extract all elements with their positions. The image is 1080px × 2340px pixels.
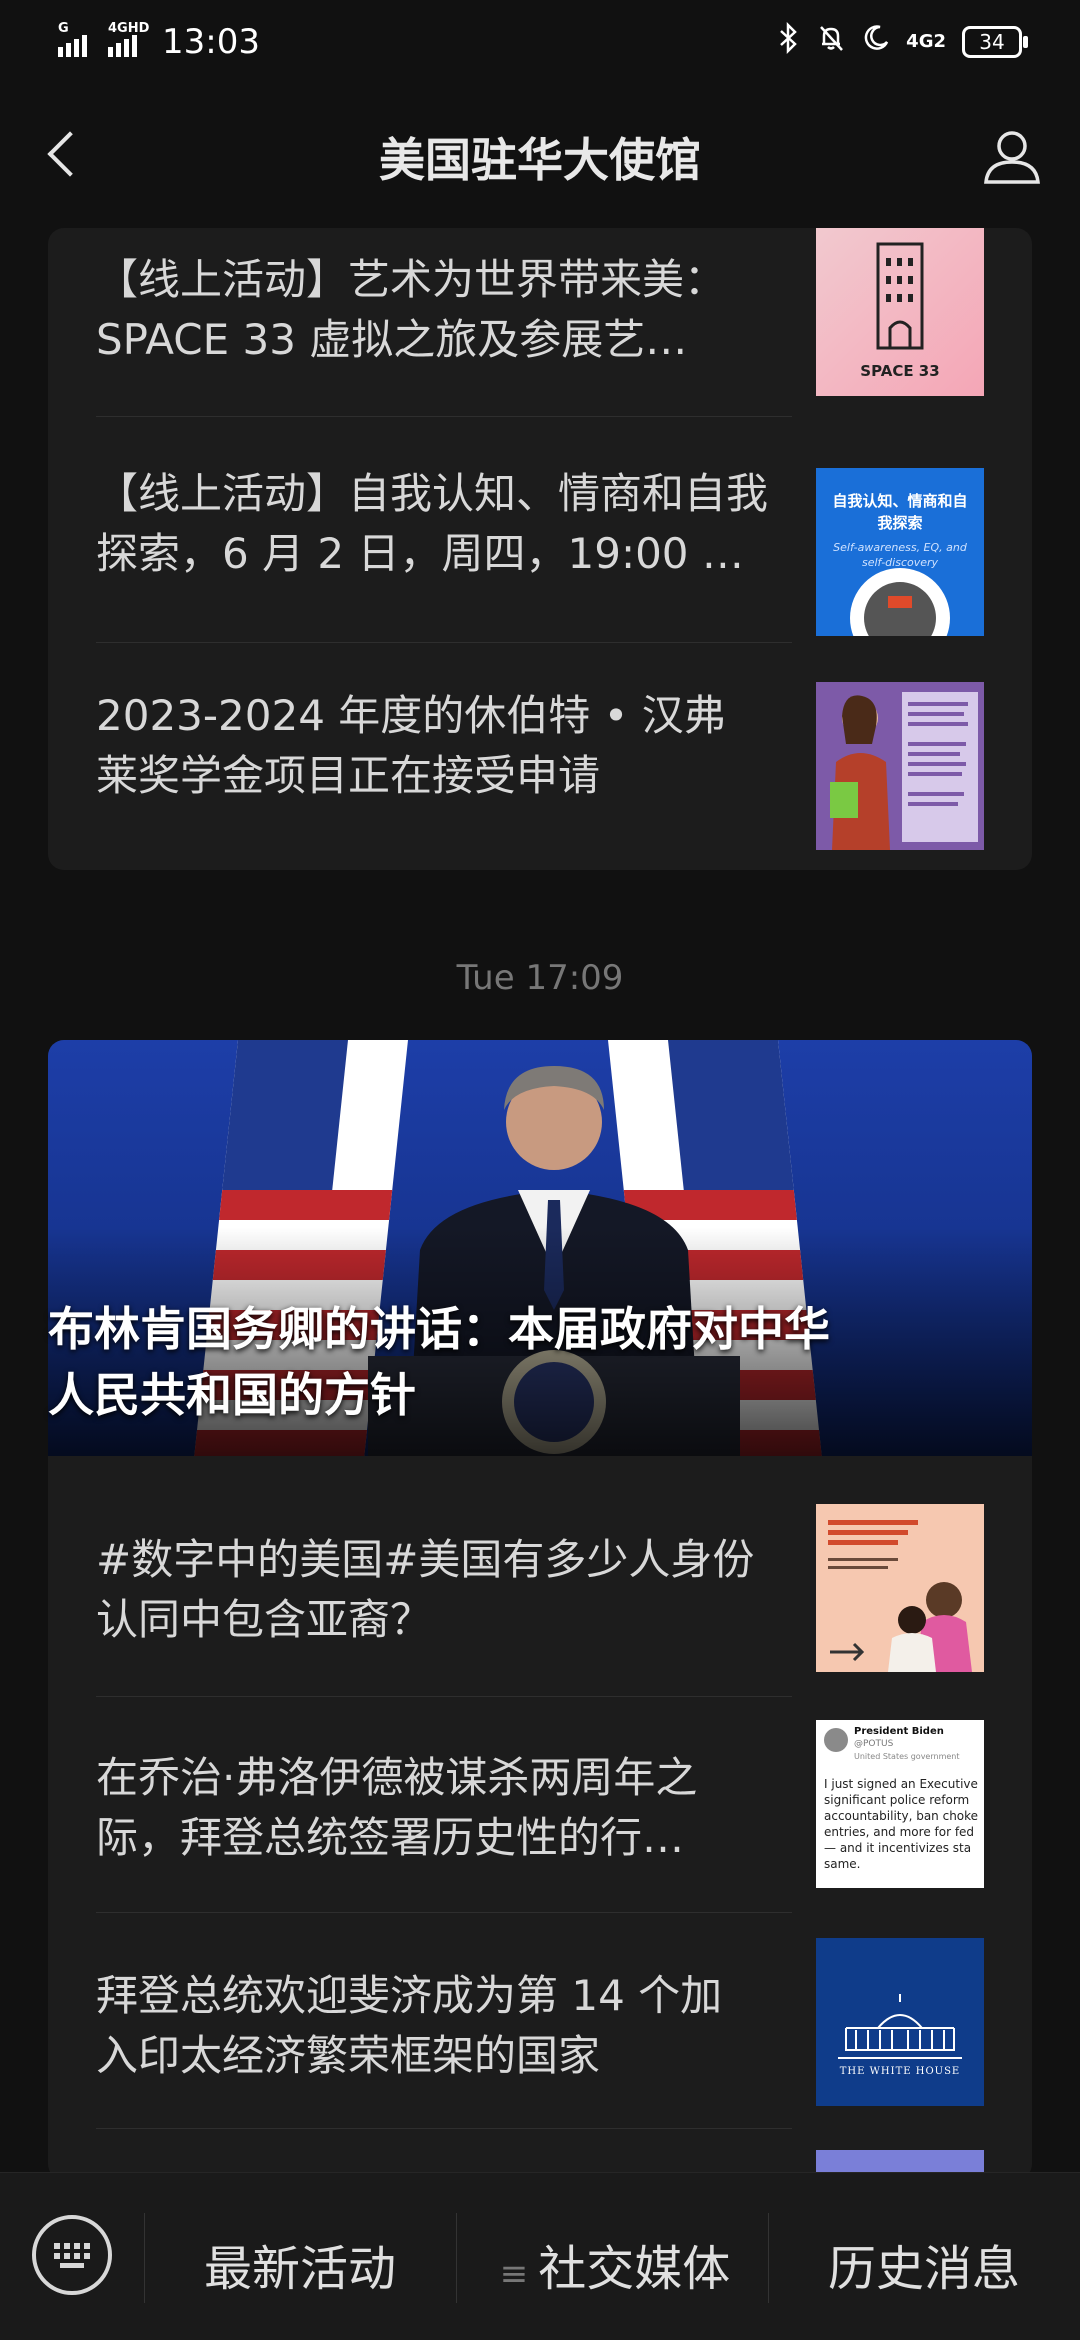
article-title-line: SPACE 33 虚拟之旅及参展艺… [96, 315, 688, 364]
next-article-thumbnail-partial [816, 2150, 984, 2172]
article-title-line: 莱奖学金项目正在接受申请 [96, 751, 601, 800]
article-title-line: 际，拜登总统签署历史性的行… [96, 1813, 685, 1862]
list-item[interactable]: 【线上活动】自我认知、情商和自我 探索，6 月 2 日，周四，19:00 … 自… [48, 428, 1032, 638]
list-item[interactable]: 2023-2024 年度的休伯特 • 汉弗 莱奖学金项目正在接受申请 [48, 648, 1032, 858]
status-time: 13:03 [162, 22, 260, 62]
title-bar: 美国驻华大使馆 [0, 100, 1080, 210]
list-item[interactable]: #数字中的美国#美国有多少人身份 认同中包含亚裔？ [48, 1480, 1032, 1680]
battery-level: 34 [979, 30, 1005, 54]
menu-social-media[interactable]: ≡ 社交媒体 [462, 2229, 768, 2299]
mute-bell-icon [816, 23, 846, 61]
article-thumbnail [816, 682, 984, 850]
menu-history-messages[interactable]: 历史消息 [774, 2229, 1074, 2299]
tweet-avatar [824, 1728, 848, 1752]
article-title-line: 2023-2024 年度的休伯特 • 汉弗 [96, 691, 726, 740]
list-item[interactable]: 拜登总统欢迎斐济成为第 14 个加 入印太经济繁荣框架的国家 THE WHITE… [48, 1914, 1032, 2126]
bottom-menu-bar: 最新活动 ≡ 社交媒体 历史消息 [0, 2172, 1080, 2340]
do-not-disturb-moon-icon [862, 24, 890, 60]
screen: G 4GHD 13:03 4G2 34 美国驻华大使馆 【线上活动】艺术为世界带… [0, 0, 1080, 2340]
article-thumbnail: SPACE 33 [816, 228, 984, 396]
article-thumbnail [816, 1504, 984, 1672]
thumbnail-caption: SPACE 33 [860, 362, 940, 380]
tweet-body: I just signed an Executive significant p… [824, 1777, 979, 1871]
message-timestamp: Tue 17:09 [456, 958, 624, 998]
submenu-list-icon: ≡ [499, 2254, 529, 2294]
menu-social-media-label: 社交媒体 [538, 2241, 731, 2297]
article-title-line: 探索，6 月 2 日，周四，19:00 … [96, 529, 744, 578]
article-title-line: 拜登总统欢迎斐济成为第 14 个加 [96, 1971, 723, 2020]
article-thumbnail: President Biden @POTUS United States gov… [816, 1720, 984, 1888]
article-title-line: #数字中的美国#美国有多少人身份 [96, 1535, 755, 1584]
network-4g-label: 4G2 [906, 31, 946, 52]
nav-separator [144, 2213, 145, 2303]
hero-title-line: 人民共和国的方针 [48, 1368, 416, 1422]
keyboard-toggle-icon[interactable] [32, 2215, 112, 2295]
sim1-label: G [58, 21, 69, 36]
article-title-line: 入印太经济繁荣框架的国家 [96, 2031, 601, 2080]
hero-title-line: 布林肯国务卿的讲话：本届政府对中华 [48, 1302, 830, 1356]
article-thumbnail: 自我认知、情商和自我探索 Self-awareness, EQ, and sel… [816, 468, 984, 636]
article-title-line: 认同中包含亚裔？ [96, 1595, 433, 1644]
tweet-label: United States government [854, 1752, 960, 1761]
article-group-card-1: 【线上活动】艺术为世界带来美： SPACE 33 虚拟之旅及参展艺… SPACE… [48, 228, 1032, 870]
bluetooth-icon [778, 21, 800, 62]
article-title-line: 【线上活动】自我认知、情商和自我 [96, 469, 769, 518]
signal-icon-sim2: 4GHD [108, 21, 149, 57]
divider [96, 1696, 792, 1697]
tweet-handle: @POTUS [854, 1739, 894, 1749]
list-item[interactable]: 【线上活动】艺术为世界带来美： SPACE 33 虚拟之旅及参展艺… SPACE… [48, 228, 1032, 418]
sim2-label: 4GHD [108, 21, 150, 36]
page-title: 美国驻华大使馆 [379, 133, 701, 187]
signal-icon-sim1: G [58, 21, 90, 57]
menu-latest-events[interactable]: 最新活动 [150, 2229, 450, 2299]
hero-article-title[interactable]: 布林肯国务卿的讲话：本届政府对中华 人民共和国的方针 [48, 1296, 968, 1428]
divider [96, 642, 792, 643]
divider [96, 1912, 792, 1913]
article-thumbnail: THE WHITE HOUSE [816, 1938, 984, 2106]
nav-separator [456, 2213, 457, 2303]
divider [96, 2128, 792, 2129]
article-title-line: 【线上活动】艺术为世界带来美： [96, 255, 727, 304]
nav-separator [768, 2213, 769, 2303]
tweet-author: President Biden [854, 1726, 944, 1737]
thumbnail-caption: THE WHITE HOUSE [839, 2066, 961, 2077]
battery-icon: 34 [962, 26, 1028, 58]
divider [96, 416, 792, 417]
status-bar: G 4GHD 13:03 4G2 34 [0, 0, 1080, 84]
article-title-line: 在乔治·弗洛伊德被谋杀两周年之 [96, 1753, 698, 1802]
profile-icon[interactable] [980, 126, 1044, 190]
list-item[interactable]: 在乔治·弗洛伊德被谋杀两周年之 际，拜登总统签署历史性的行… President… [48, 1700, 1032, 1912]
